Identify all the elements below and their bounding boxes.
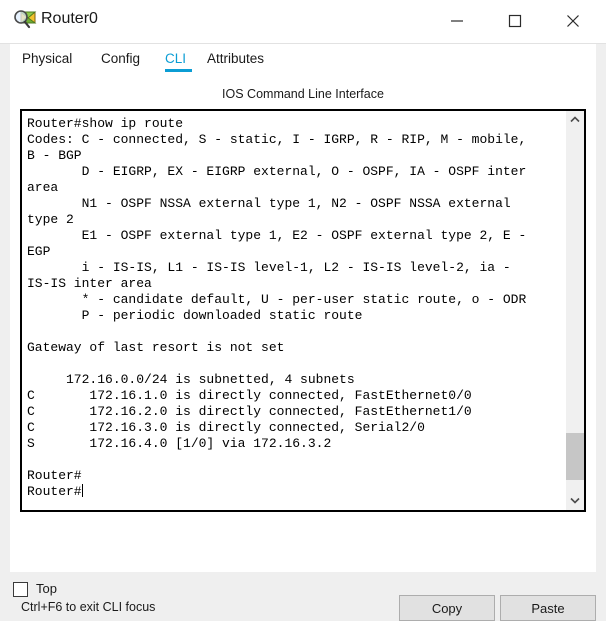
tab-cli-label: CLI: [165, 51, 187, 66]
top-checkbox-label: Top: [36, 581, 57, 596]
window-titlebar: Router0: [0, 0, 606, 44]
scroll-up-icon[interactable]: [566, 111, 584, 129]
tab-config[interactable]: Config: [101, 44, 151, 76]
terminal-container: Router#show ip route Codes: C - connecte…: [20, 109, 586, 512]
text-cursor: [81, 484, 83, 497]
cli-focus-hint: Ctrl+F6 to exit CLI focus: [21, 600, 156, 614]
close-icon[interactable]: [550, 0, 596, 42]
maximize-icon[interactable]: [492, 0, 538, 42]
terminal-text: Router#show ip route Codes: C - connecte…: [27, 116, 527, 499]
router-inspect-icon: [13, 9, 37, 33]
paste-button[interactable]: Paste: [500, 595, 596, 621]
tab-cli[interactable]: CLI: [165, 44, 192, 76]
tab-config-label: Config: [101, 51, 141, 66]
minimize-icon[interactable]: [434, 0, 480, 42]
cli-heading: IOS Command Line Interface: [222, 87, 384, 101]
cli-panel: IOS Command Line Interface Router#show i…: [10, 76, 596, 621]
tab-physical[interactable]: Physical: [22, 44, 87, 76]
window-title: Router0: [41, 10, 98, 27]
tab-bar: Physical Config CLI Attributes: [10, 44, 596, 76]
scroll-down-icon[interactable]: [566, 492, 584, 510]
copy-button[interactable]: Copy: [399, 595, 495, 621]
tab-attributes-label: Attributes: [207, 51, 265, 66]
terminal-output[interactable]: Router#show ip route Codes: C - connecte…: [22, 111, 566, 510]
scrollbar-thumb[interactable]: [566, 433, 584, 480]
tab-active-underline: [165, 69, 192, 72]
terminal-scrollbar[interactable]: [566, 111, 584, 510]
tab-physical-label: Physical: [22, 51, 73, 66]
tab-attributes[interactable]: Attributes: [207, 44, 277, 76]
top-checkbox[interactable]: [13, 582, 28, 597]
